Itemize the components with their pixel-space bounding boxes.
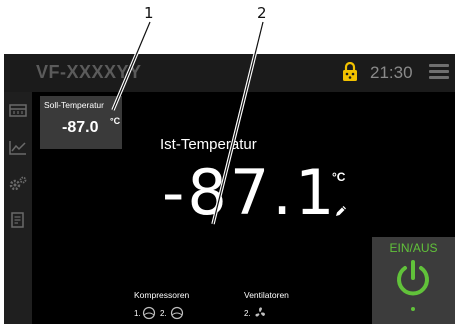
callout-1: 1 [144, 4, 154, 22]
fan-icon [255, 307, 265, 317]
freezer-icon[interactable] [9, 102, 27, 118]
fans-label: Ventilatoren [244, 290, 289, 300]
power-label: EIN/AUS [389, 241, 438, 255]
fan-indicators: 2. [244, 306, 284, 320]
actual-temperature-value: -87.1 [162, 156, 338, 229]
setpoint-value: -87.0 [62, 119, 99, 136]
actual-temperature-label: Ist-Temperatur [160, 136, 257, 153]
sidebar [4, 92, 32, 324]
document-icon[interactable] [9, 212, 27, 228]
lock-icon[interactable] [342, 62, 358, 82]
power-status-dot [411, 307, 415, 311]
clock: 21:30 [370, 63, 413, 82]
device-name: VF-XXXXYY [36, 62, 142, 82]
compressor-1-number: 1. [134, 309, 141, 318]
power-icon [397, 260, 429, 296]
compressor-indicators: 1. 2. [134, 306, 194, 320]
settings-icon[interactable] [9, 176, 27, 192]
setpoint-unit: °C [110, 116, 121, 126]
hamburger-menu-icon[interactable] [429, 64, 449, 80]
edit-pencil-icon[interactable] [334, 204, 348, 218]
compressor-2-number: 2. [160, 309, 167, 318]
fan-2-number: 2. [244, 309, 251, 318]
compressor-1-icon [142, 306, 156, 320]
top-bar: VF-XXXXYY 21:30 [4, 54, 455, 92]
device-screen: VF-XXXXYY 21:30 Soll-Temperatur -87.0 °C… [4, 54, 455, 324]
setpoint-label: Soll-Temperatur [44, 100, 104, 110]
power-button[interactable]: EIN/AUS [372, 237, 455, 324]
setpoint-tile[interactable]: Soll-Temperatur -87.0 °C [40, 96, 122, 149]
compressors-label: Kompressoren [134, 290, 190, 300]
compressor-2-icon [170, 306, 184, 320]
actual-temperature-unit: °C [332, 170, 346, 184]
chart-icon[interactable] [9, 140, 27, 156]
callout-2: 2 [257, 4, 267, 22]
